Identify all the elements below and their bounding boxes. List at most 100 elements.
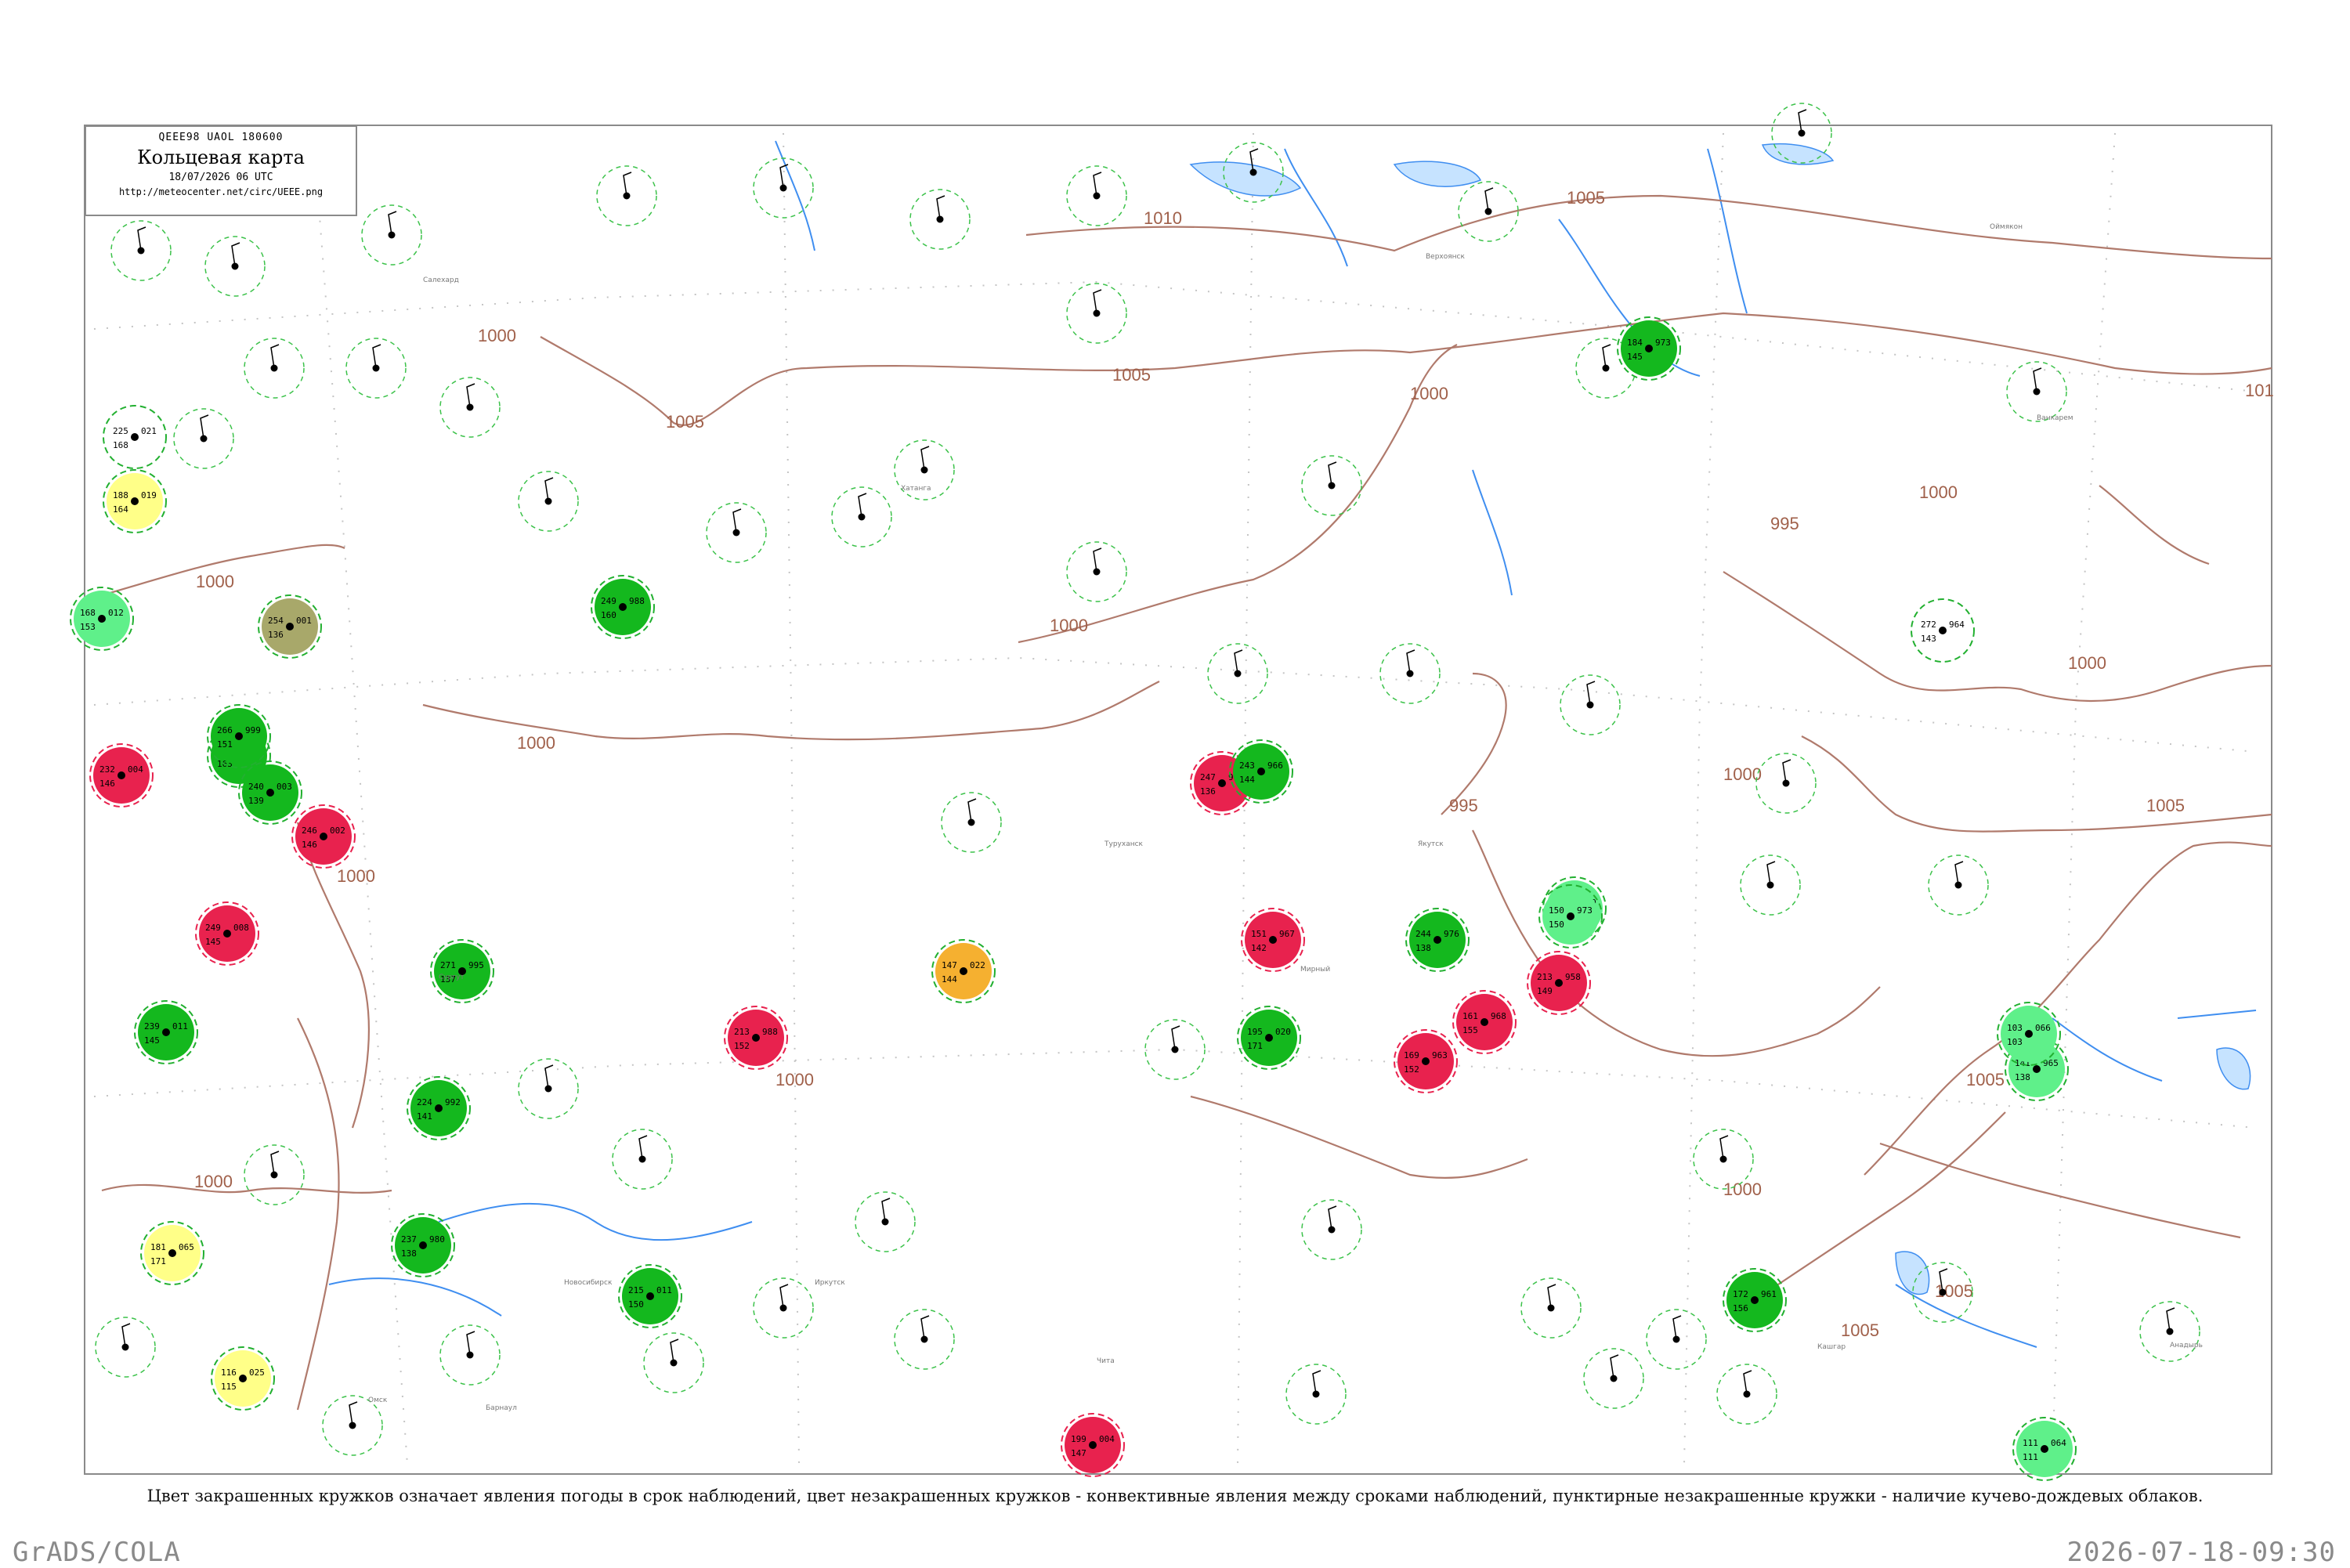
station-temp: 243 (1239, 761, 1255, 771)
station-pressure: 001 (296, 616, 312, 626)
station-dot (235, 732, 243, 740)
station-dot (646, 1292, 654, 1300)
footer-software: GrADS/COLA (13, 1537, 181, 1568)
svg-text:995: 995 (1449, 796, 1478, 815)
svg-text:Салехард: Салехард (423, 276, 459, 284)
station-temp: 103 (2007, 1023, 2023, 1033)
station-dewpoint: 144 (942, 974, 957, 985)
station-pressure: 968 (1491, 1011, 1506, 1021)
station-pressure: 995 (468, 960, 484, 970)
station-dot (131, 433, 139, 441)
station-pressure: 011 (656, 1285, 672, 1295)
svg-text:1000: 1000 (1050, 616, 1088, 635)
map-title-box: QEEE98 UAOL 180600 Кольцевая карта 18/07… (85, 125, 357, 216)
station-dot (1480, 1018, 1488, 1026)
station-dewpoint: 152 (734, 1041, 750, 1051)
svg-text:Якутск: Якутск (1418, 840, 1444, 848)
station-pressure: 966 (1267, 761, 1283, 771)
station-dewpoint: 143 (1921, 634, 1936, 644)
station-pressure: 025 (249, 1367, 265, 1378)
station-temp: 225 (113, 426, 128, 436)
svg-text:Оймякон: Оймякон (1990, 223, 2023, 231)
station-temp: 232 (99, 764, 115, 775)
station-temp: 213 (1537, 972, 1553, 982)
station-dot (1751, 1296, 1759, 1304)
station-temp: 147 (942, 960, 957, 970)
station-dewpoint: 156 (1733, 1303, 1748, 1313)
station-dewpoint: 144 (1239, 775, 1255, 785)
station-temp: 272 (1921, 620, 1936, 630)
station-dot (320, 833, 327, 840)
station-temp: 172 (1733, 1289, 1748, 1299)
station-dot (118, 771, 125, 779)
station-temp: 249 (601, 596, 616, 606)
svg-text:1000: 1000 (2068, 653, 2106, 673)
map-frame (84, 125, 2272, 1475)
station-pressure: 002 (330, 826, 345, 836)
svg-text:1005: 1005 (666, 412, 704, 432)
station-pressure: 021 (141, 426, 157, 436)
station-dot (1567, 912, 1574, 920)
footer-timestamp: 2026-07-18-09:30 (2066, 1537, 2336, 1568)
station-pressure: 958 (1565, 972, 1581, 982)
station-pressure: 988 (762, 1027, 778, 1037)
station-pressure: 964 (1949, 620, 1965, 630)
map-date: 18/07/2026 06 UTC (168, 172, 273, 183)
station-dot (239, 1375, 247, 1382)
station-dewpoint: 171 (1247, 1041, 1263, 1051)
station-dewpoint: 171 (150, 1256, 166, 1266)
station-pressure: 999 (245, 725, 261, 735)
station-temp: 151 (1251, 929, 1267, 939)
station-dewpoint: 145 (205, 937, 221, 947)
map-code: QEEE98 UAOL 180600 (158, 132, 284, 143)
station-dewpoint: 147 (1071, 1448, 1086, 1458)
station-dot (1089, 1441, 1097, 1449)
station-pressure: 963 (1432, 1050, 1448, 1060)
station-pressure: 004 (1099, 1434, 1115, 1444)
station-pressure: 012 (108, 608, 124, 618)
station-temp: 224 (417, 1097, 432, 1107)
station-temp: 271 (440, 960, 456, 970)
station-dot (131, 497, 139, 505)
station-dewpoint: 103 (2007, 1037, 2023, 1047)
station-dewpoint: 115 (221, 1382, 237, 1392)
station-dewpoint: 136 (1200, 786, 1216, 797)
svg-text:Туруханск: Туруханск (1104, 840, 1144, 848)
station-temp: 215 (628, 1285, 644, 1295)
station-temp: 169 (1404, 1050, 1419, 1060)
station-dewpoint: 151 (217, 739, 233, 750)
map-url[interactable]: http://meteocenter.net/circ/UEEE.png (86, 186, 356, 197)
station-dot (2033, 1065, 2041, 1073)
station-dot (1265, 1034, 1273, 1042)
station-dot (1555, 979, 1563, 987)
svg-text:Сургут: Сургут (439, 974, 465, 981)
station-dot (286, 623, 294, 630)
station-dot (1422, 1057, 1430, 1065)
svg-text:1005: 1005 (1567, 188, 1605, 208)
station-dot (223, 930, 231, 938)
station-temp: 111 (2023, 1438, 2038, 1448)
station-temp: 150 (1549, 905, 1564, 916)
station-pressure: 020 (1275, 1027, 1291, 1037)
map-title: Кольцевая карта (137, 146, 305, 168)
svg-text:1000: 1000 (478, 326, 516, 345)
station-dewpoint: 141 (417, 1111, 432, 1122)
station-temp: 168 (80, 608, 96, 618)
svg-text:Хатанга: Хатанга (901, 485, 931, 493)
station-dot (1269, 936, 1277, 944)
station-temp: 184 (1627, 338, 1643, 348)
station-dot (752, 1034, 760, 1042)
station-dewpoint: 164 (113, 504, 128, 515)
station-pressure: 967 (1279, 929, 1295, 939)
station-dewpoint: 150 (1549, 919, 1564, 930)
station-pressure: 022 (970, 960, 985, 970)
station-dot (1434, 936, 1441, 944)
station-temp: 249 (205, 923, 221, 933)
svg-text:Ванкарем: Ванкарем (2037, 414, 2073, 422)
station-temp: 213 (734, 1027, 750, 1037)
svg-text:1000: 1000 (194, 1172, 233, 1191)
svg-text:Кашгар: Кашгар (1817, 1343, 1846, 1351)
station-pressure: 008 (233, 923, 249, 933)
station-temp: 266 (217, 725, 233, 735)
station-dewpoint: 168 (113, 440, 128, 450)
